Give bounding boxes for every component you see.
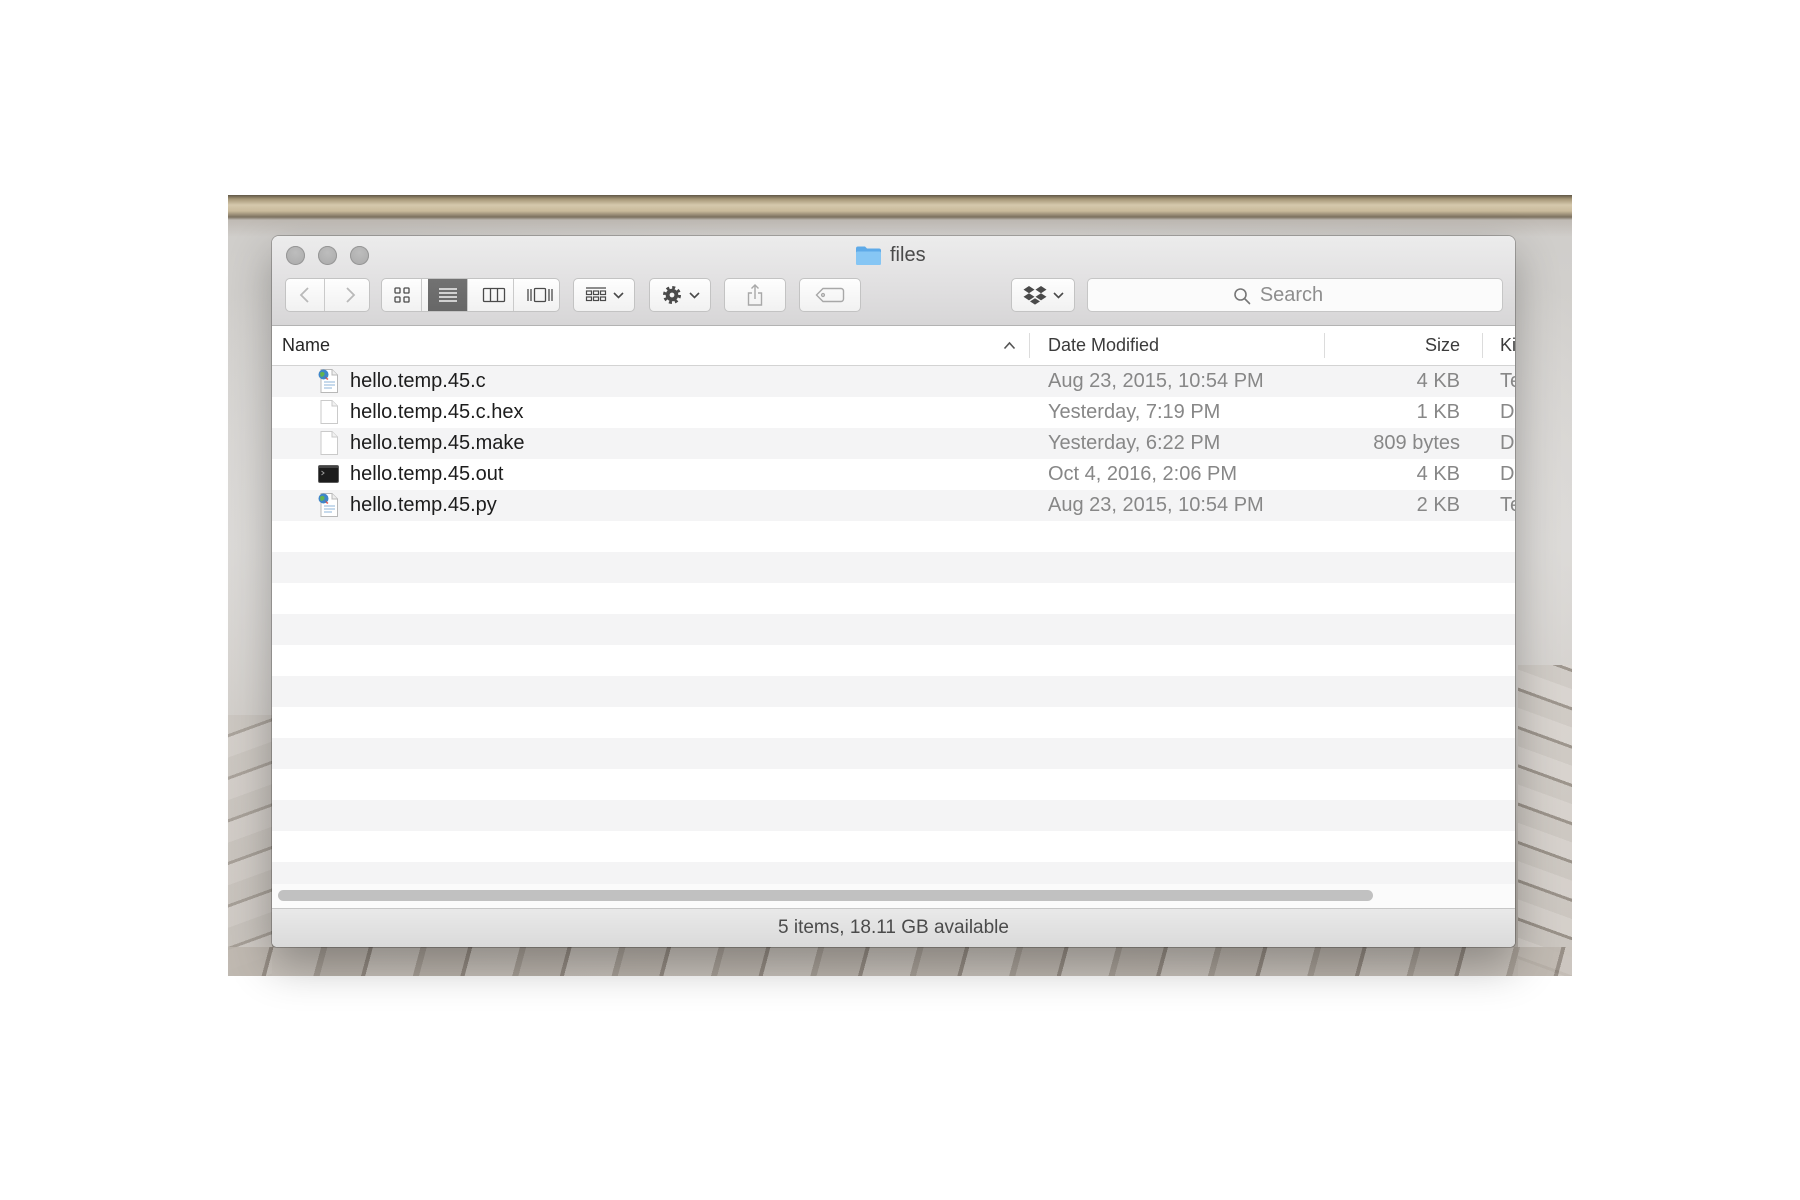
- sort-ascending-icon: [1003, 341, 1016, 350]
- file-name: hello.temp.45.c.hex: [350, 401, 524, 423]
- file-kind: Te: [1500, 370, 1515, 392]
- file-size: 2 KB: [1416, 494, 1460, 516]
- terminal-executable-icon: [318, 465, 339, 483]
- file-date-modified: Oct 4, 2016, 2:06 PM: [1048, 463, 1237, 485]
- column-view-button[interactable]: [474, 279, 514, 311]
- navigation-buttons: [285, 278, 370, 312]
- file-name: hello.temp.45.make: [350, 432, 525, 454]
- finder-window: files Search Name Date Modified Size Ki …: [272, 236, 1515, 947]
- status-text: 5 items, 18.11 GB available: [778, 917, 1009, 938]
- list-view-button[interactable]: [428, 279, 468, 311]
- column-header-name[interactable]: Name: [282, 326, 330, 365]
- blank-document-icon: [320, 400, 338, 424]
- column-header-date-modified[interactable]: Date Modified: [1048, 326, 1159, 365]
- action-button[interactable]: [649, 278, 711, 312]
- source-file-icon: [318, 369, 338, 393]
- cover-flow-icon: [526, 287, 553, 303]
- scrollbar-thumb[interactable]: [278, 890, 1373, 901]
- search-input[interactable]: [1088, 279, 1502, 311]
- file-list: hello.temp.45.c Aug 23, 2015, 10:54 PM 4…: [272, 366, 1515, 884]
- desktop-photo-rooftop: [1518, 665, 1572, 976]
- view-mode-buttons: [381, 278, 560, 312]
- folder-icon: [856, 246, 881, 265]
- file-kind: D: [1500, 463, 1515, 485]
- list-view-icon: [438, 288, 457, 302]
- file-size: 1 KB: [1416, 401, 1460, 423]
- file-size: 809 bytes: [1373, 432, 1460, 454]
- horizontal-scrollbar: [272, 884, 1515, 908]
- window-title: files: [855, 242, 926, 268]
- column-view-icon: [482, 287, 505, 303]
- file-row[interactable]: hello.temp.45.c Aug 23, 2015, 10:54 PM 4…: [272, 366, 1515, 397]
- file-row[interactable]: hello.temp.45.make Yesterday, 6:22 PM 80…: [272, 428, 1515, 459]
- status-bar: 5 items, 18.11 GB available: [272, 908, 1515, 947]
- file-name: hello.temp.45.c: [350, 370, 486, 392]
- tag-button[interactable]: [799, 278, 861, 312]
- arrange-button[interactable]: [573, 278, 635, 312]
- file-kind: Te: [1500, 494, 1515, 516]
- file-name: hello.temp.45.out: [350, 463, 504, 485]
- gear-icon: [662, 286, 681, 304]
- file-date-modified: Aug 23, 2015, 10:54 PM: [1048, 370, 1264, 392]
- dropbox-button[interactable]: [1011, 278, 1075, 312]
- file-row[interactable]: hello.temp.45.out Oct 4, 2016, 2:06 PM 4…: [272, 459, 1515, 490]
- desktop-photo-rooftop: [228, 715, 272, 976]
- column-header: Name Date Modified Size Ki: [272, 326, 1515, 366]
- file-size: 4 KB: [1416, 463, 1460, 485]
- window-title-text: files: [890, 243, 926, 266]
- column-header-kind[interactable]: Ki: [1500, 326, 1515, 365]
- forward-button[interactable]: [331, 279, 369, 311]
- column-divider[interactable]: [1482, 333, 1483, 358]
- file-row[interactable]: hello.temp.45.py Aug 23, 2015, 10:54 PM …: [272, 490, 1515, 521]
- icon-view-button[interactable]: [382, 279, 422, 311]
- title-toolbar-bar: files: [272, 236, 1515, 326]
- file-size: 4 KB: [1416, 370, 1460, 392]
- arrange-grid-icon: [585, 287, 606, 302]
- close-button[interactable]: [286, 246, 305, 265]
- file-kind: D: [1500, 432, 1515, 454]
- chevron-left-icon: [299, 287, 309, 303]
- chevron-down-icon: [1052, 291, 1064, 299]
- source-file-icon: [318, 493, 338, 517]
- column-divider[interactable]: [1029, 333, 1030, 358]
- share-icon: [747, 284, 763, 306]
- search-field[interactable]: [1087, 278, 1503, 312]
- file-row[interactable]: hello.temp.45.c.hex Yesterday, 7:19 PM 1…: [272, 397, 1515, 428]
- zoom-button[interactable]: [350, 246, 369, 265]
- file-name: hello.temp.45.py: [350, 494, 497, 516]
- file-date-modified: Aug 23, 2015, 10:54 PM: [1048, 494, 1264, 516]
- chevron-down-icon: [612, 291, 624, 299]
- chevron-down-icon: [688, 291, 700, 299]
- share-button[interactable]: [724, 278, 786, 312]
- cover-flow-button[interactable]: [520, 279, 559, 311]
- chevron-right-icon: [346, 287, 356, 303]
- file-date-modified: Yesterday, 6:22 PM: [1048, 432, 1221, 454]
- file-kind: D: [1500, 401, 1515, 423]
- dropbox-icon: [1023, 286, 1046, 305]
- blank-document-icon: [320, 431, 338, 455]
- back-button[interactable]: [286, 279, 325, 311]
- icon-view-icon: [393, 287, 410, 303]
- desktop-photo-rooftop: [228, 947, 1572, 976]
- file-date-modified: Yesterday, 7:19 PM: [1048, 401, 1221, 423]
- tag-icon: [815, 287, 845, 303]
- column-header-size[interactable]: Size: [1324, 326, 1460, 365]
- minimize-button[interactable]: [318, 246, 337, 265]
